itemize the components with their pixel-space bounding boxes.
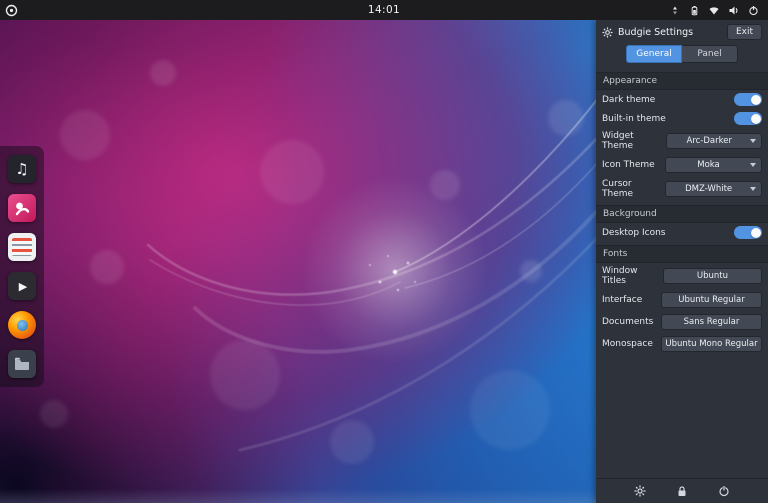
icon-theme-value: Moka [671, 160, 746, 170]
section-header-fonts: Fonts [596, 245, 768, 263]
desktop-icons-label: Desktop Icons [602, 228, 665, 238]
row-interface-font: Interface Ubuntu Regular [596, 289, 768, 311]
row-window-titles: Window Titles Ubuntu [596, 263, 768, 289]
monospace-font-button[interactable]: Ubuntu Mono Regular [661, 336, 762, 352]
widget-theme-value: Arc-Darker [672, 136, 746, 146]
section-header-background: Background [596, 205, 768, 223]
desktop-screen: 14:01 ♫ [0, 0, 768, 503]
row-builtin-theme: Built-in theme [596, 109, 768, 128]
dock-item-video-player-app[interactable]: ▶ [8, 272, 36, 300]
cursor-theme-label: Cursor Theme [602, 179, 665, 199]
dock-item-firefox-browser[interactable] [8, 311, 36, 339]
section-header-appearance: Appearance [596, 72, 768, 90]
row-desktop-icons: Desktop Icons [596, 223, 768, 242]
budgie-settings-panel: Budgie Settings Exit General Panel Appea… [596, 20, 768, 503]
dark-theme-toggle[interactable] [734, 93, 762, 106]
network-icon[interactable] [708, 5, 720, 16]
volume-icon[interactable] [728, 5, 740, 16]
widget-theme-dropdown[interactable]: Arc-Darker [666, 133, 762, 149]
cursor-theme-dropdown[interactable]: DMZ-White [665, 181, 762, 197]
settings-tabs: General Panel [596, 43, 768, 69]
chevron-down-icon [750, 139, 756, 143]
music-note-icon: ♫ [15, 162, 28, 177]
row-cursor-theme: Cursor Theme DMZ-White [596, 176, 768, 202]
cursor-theme-value: DMZ-White [671, 184, 746, 194]
power-icon[interactable] [748, 5, 759, 16]
power-icon[interactable] [718, 485, 730, 497]
tab-panel[interactable]: Panel [682, 45, 738, 63]
row-icon-theme: Icon Theme Moka [596, 154, 768, 176]
settings-gear-icon[interactable] [634, 485, 646, 497]
row-documents-font: Documents Sans Regular [596, 311, 768, 333]
settings-gear-icon [602, 27, 613, 38]
budgie-menu-button[interactable] [0, 0, 22, 20]
arrows-updown-icon[interactable] [670, 5, 681, 16]
widget-theme-label: Widget Theme [602, 131, 666, 151]
monospace-font-label: Monospace [602, 339, 653, 349]
chevron-down-icon [750, 187, 756, 191]
icon-theme-label: Icon Theme [602, 160, 655, 170]
dock-item-music-app[interactable]: ♫ [8, 155, 36, 183]
clock: 14:01 [0, 4, 768, 16]
dock-item-photos-app[interactable] [8, 194, 36, 222]
tab-general[interactable]: General [626, 45, 682, 63]
window-titles-label: Window Titles [602, 266, 663, 286]
row-widget-theme: Widget Theme Arc-Darker [596, 128, 768, 154]
striped-app-icon [12, 238, 32, 256]
desktop-icons-toggle[interactable] [734, 226, 762, 239]
builtin-theme-toggle[interactable] [734, 112, 762, 125]
row-dark-theme: Dark theme [596, 90, 768, 109]
dark-theme-label: Dark theme [602, 95, 655, 105]
system-tray [670, 5, 768, 16]
settings-header: Budgie Settings Exit [596, 20, 768, 43]
budgie-logo-icon [5, 4, 18, 17]
folder-icon [12, 354, 32, 374]
chevron-down-icon [750, 163, 756, 167]
play-icon: ▶ [19, 281, 27, 292]
row-monospace-font: Monospace Ubuntu Mono Regular [596, 333, 768, 355]
icon-theme-dropdown[interactable]: Moka [665, 157, 762, 173]
interface-font-label: Interface [602, 295, 642, 305]
firefox-globe-icon [17, 320, 28, 331]
window-titles-font-button[interactable]: Ubuntu [663, 268, 762, 284]
dock-item-media-library-app[interactable] [8, 233, 36, 261]
dock: ♫ ▶ [0, 146, 44, 387]
interface-font-button[interactable]: Ubuntu Regular [661, 292, 762, 308]
lock-icon[interactable] [676, 485, 688, 497]
builtin-theme-label: Built-in theme [602, 114, 666, 124]
documents-font-label: Documents [602, 317, 653, 327]
settings-title: Budgie Settings [618, 27, 693, 38]
settings-footer [596, 478, 768, 503]
exit-button[interactable]: Exit [727, 24, 762, 40]
dock-item-file-manager[interactable] [8, 350, 36, 378]
photos-icon [11, 197, 33, 219]
battery-icon[interactable] [689, 5, 700, 16]
top-panel: 14:01 [0, 0, 768, 20]
documents-font-button[interactable]: Sans Regular [661, 314, 762, 330]
